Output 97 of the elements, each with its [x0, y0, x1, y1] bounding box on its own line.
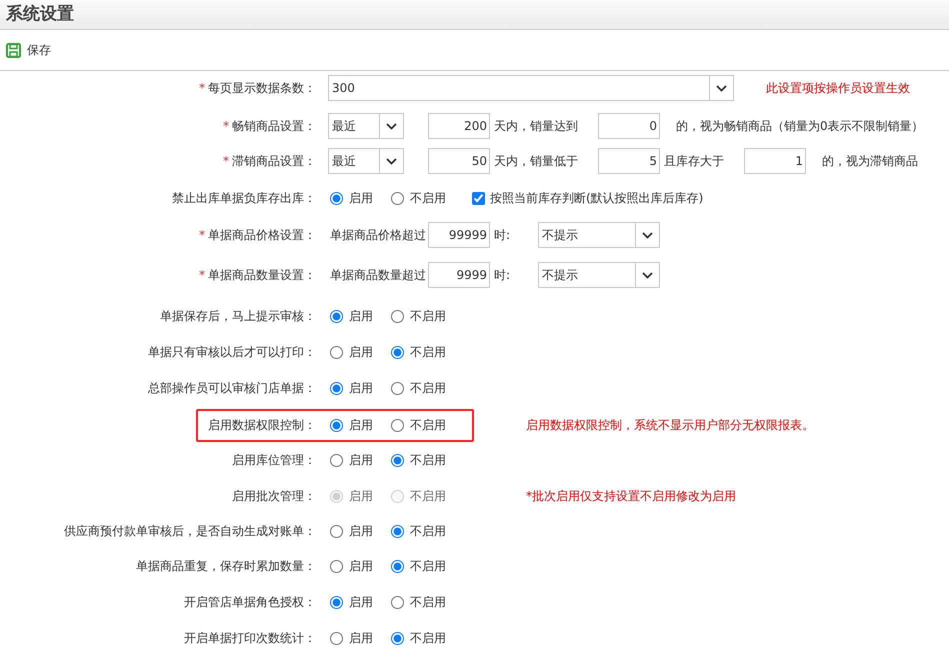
radio-button[interactable] [330, 454, 343, 466]
select-box[interactable]: 不提示 [538, 222, 660, 248]
page-title: 系统设置 [6, 2, 74, 26]
number-field[interactable]: 50 [428, 148, 490, 174]
field-text: 的，视为畅销商品（销量为0表示不限制销量） [676, 118, 924, 135]
setting-label: 单据保存后，马上提示审核： [160, 309, 316, 323]
required-mark: * [199, 81, 205, 95]
caret-icon [642, 232, 654, 238]
setting-label: 单据商品价格设置： [208, 228, 316, 242]
option-label: 不启用 [410, 380, 446, 397]
option-label: 不启用 [410, 308, 446, 325]
option-label: 不启用 [410, 488, 446, 505]
radio-button[interactable] [330, 596, 343, 608]
option-label: 启用 [349, 523, 373, 540]
radio-button[interactable] [391, 310, 404, 322]
checkbox[interactable] [472, 192, 485, 204]
radio-button[interactable] [330, 632, 343, 644]
setting-label: 单据只有审核以后才可以打印： [148, 345, 316, 359]
radio-button[interactable] [330, 382, 343, 394]
radio-button[interactable] [330, 192, 343, 204]
radio-button[interactable] [330, 418, 343, 432]
option-label: 不启用 [410, 523, 446, 540]
option-label: 启用 [349, 190, 373, 207]
field-text: 天内，销量低于 [494, 153, 578, 170]
option-label: 启用 [349, 452, 373, 469]
radio-button[interactable] [330, 346, 343, 358]
setting-label: 供应商预付款单审核后，是否自动生成对账单： [64, 524, 316, 538]
radio-button[interactable] [391, 346, 404, 358]
setting-label: 开启管店单据角色授权： [184, 595, 316, 609]
number-field[interactable]: 9999 [428, 262, 490, 288]
field-text: 时: [494, 267, 510, 284]
option-label: 不启用 [410, 630, 446, 647]
setting-label: 禁止出库单据负库存出库： [172, 191, 316, 205]
hint-text: *批次启用仅支持设置不启用修改为启用 [526, 488, 736, 505]
number-field[interactable]: 200 [428, 113, 490, 139]
option-label: 启用 [349, 417, 373, 434]
required-mark: * [223, 119, 229, 133]
radio-button[interactable] [391, 454, 404, 466]
setting-label: 开启单据打印次数统计： [184, 631, 316, 645]
option-label: 启用 [349, 630, 373, 647]
field-text: 单据商品数量超过 [330, 267, 426, 284]
radio-button[interactable] [391, 632, 404, 644]
radio-button[interactable] [391, 596, 404, 608]
caret-icon [386, 122, 397, 130]
setting-label: 单据商品数量设置： [208, 268, 316, 282]
field-text: 单据商品价格超过 [330, 227, 426, 244]
save-icon [6, 42, 21, 58]
number-field[interactable]: 5 [598, 148, 660, 174]
caret-icon [716, 84, 727, 92]
field-text: 天内，销量达到 [494, 118, 578, 135]
caret-icon [386, 158, 397, 164]
hint-text: 此设置项按操作员设置生效 [766, 80, 910, 97]
radio-button[interactable] [391, 418, 404, 432]
setting-label: 启用数据权限控制： [208, 418, 316, 432]
number-field[interactable]: 1 [744, 148, 806, 174]
setting-label: 启用库位管理： [232, 453, 316, 467]
select-box[interactable]: 最近 [328, 148, 404, 174]
radio-button[interactable] [391, 560, 404, 572]
setting-label: 滞销商品设置： [232, 154, 316, 168]
required-mark: * [223, 154, 229, 168]
setting-label: 单据商品重复，保存时累加数量： [136, 559, 316, 573]
radio-button[interactable] [330, 524, 343, 538]
option-label: 不启用 [410, 594, 446, 611]
option-label: 不启用 [410, 417, 446, 434]
setting-label: 总部操作员可以审核门店单据： [148, 381, 316, 395]
option-label: 不启用 [410, 190, 446, 207]
option-label: 不启用 [410, 452, 446, 469]
checkbox-label: 按照当前库存判断(默认按照出库后库存) [490, 190, 704, 207]
option-label: 启用 [349, 308, 373, 325]
save-button[interactable]: 保存 [6, 41, 51, 59]
setting-label: 畅销商品设置： [232, 119, 316, 133]
select-box[interactable]: 不提示 [538, 262, 660, 288]
combo-box[interactable]: 300 [328, 75, 734, 101]
select-box[interactable]: 最近 [328, 113, 404, 139]
required-mark: * [199, 268, 205, 282]
radio-button[interactable] [391, 382, 404, 394]
option-label: 启用 [349, 594, 373, 611]
field-text: 且库存大于 [664, 153, 724, 170]
number-field[interactable]: 0 [598, 113, 660, 139]
radio-button[interactable] [330, 310, 343, 322]
option-label: 不启用 [410, 344, 446, 361]
setting-label: 启用批次管理： [232, 489, 316, 503]
radio-button[interactable] [391, 524, 404, 538]
option-label: 启用 [349, 344, 373, 361]
hint-text: 启用数据权限控制，系统不显示用户部分无权限报表。 [526, 417, 814, 434]
radio-button[interactable] [391, 192, 404, 204]
option-label: 不启用 [410, 558, 446, 575]
required-mark: * [199, 228, 205, 242]
field-text: 的，视为滞销商品 [822, 153, 918, 170]
field-text: 时: [494, 227, 510, 244]
number-field[interactable]: 99999 [428, 222, 490, 248]
option-label: 启用 [349, 558, 373, 575]
option-label: 启用 [349, 380, 373, 397]
setting-label: 每页显示数据条数： [208, 81, 316, 95]
option-label: 启用 [349, 488, 373, 505]
caret-icon [642, 272, 654, 278]
radio-button[interactable] [330, 560, 343, 572]
